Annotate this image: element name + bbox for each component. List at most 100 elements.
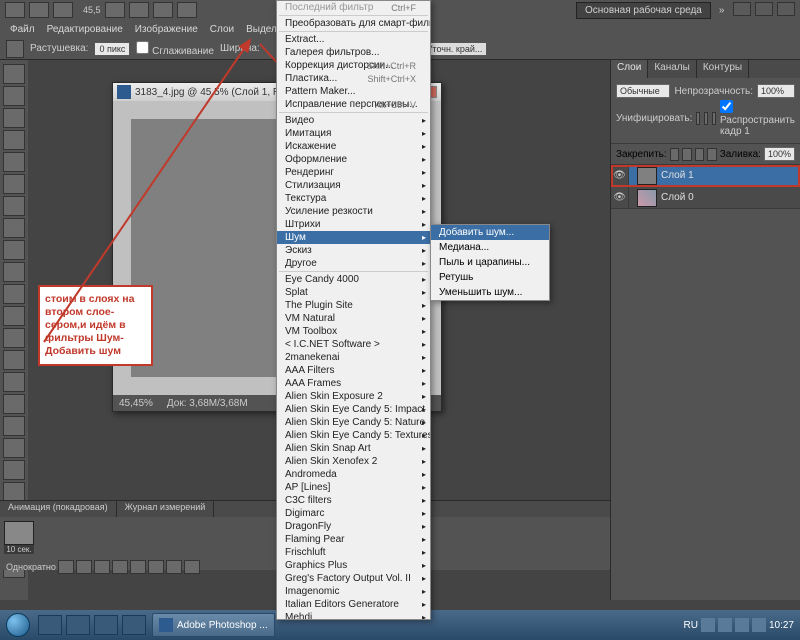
pen-tool-icon[interactable] — [3, 372, 25, 392]
tab-measurement[interactable]: Журнал измерений — [117, 501, 215, 517]
zoom-readout[interactable]: 45,45% — [119, 398, 153, 409]
dodge-tool-icon[interactable] — [3, 350, 25, 370]
tray-icon[interactable] — [718, 618, 732, 632]
menu-item[interactable]: The Plugin Site — [277, 299, 430, 312]
layer-name[interactable]: Слой 1 — [661, 170, 694, 181]
menu-item[interactable]: Eye Candy 4000 — [277, 273, 430, 286]
3d-tool-icon[interactable] — [3, 460, 25, 480]
submenu-item[interactable]: Медиана... — [431, 240, 549, 255]
menu-item[interactable]: Greg's Factory Output Vol. II — [277, 572, 430, 585]
menu-item[interactable]: Alien Skin Eye Candy 5: Impact — [277, 403, 430, 416]
submenu-item[interactable]: Пыль и царапины... — [431, 255, 549, 270]
menu-item[interactable]: Последний фильтрCtrl+F — [277, 1, 430, 14]
fill-input[interactable]: 100% — [764, 147, 795, 161]
tab-layers[interactable]: Слои — [611, 60, 648, 78]
menu-item[interactable]: Пластика...Shift+Ctrl+X — [277, 72, 430, 85]
taskbar-icon[interactable] — [38, 615, 62, 635]
minimize-button[interactable] — [733, 2, 751, 16]
menu-item[interactable]: Graphics Plus — [277, 559, 430, 572]
animation-frame[interactable]: 10 сек. — [4, 521, 34, 554]
menu-item[interactable]: AAA Filters — [277, 364, 430, 377]
menu-item[interactable]: Усиление резкости — [277, 205, 430, 218]
lasso-tool-icon[interactable] — [3, 108, 25, 128]
unify-style-icon[interactable] — [712, 112, 716, 125]
start-button[interactable] — [0, 610, 36, 640]
menu-item[interactable]: Alien Skin Eye Candy 5: Nature — [277, 416, 430, 429]
menu-item[interactable]: Текстура — [277, 192, 430, 205]
menu-file[interactable]: Файл — [4, 22, 41, 37]
menu-item[interactable]: Шум — [277, 231, 430, 244]
layer-row[interactable]: 👁 Слой 0 — [611, 187, 800, 209]
healing-tool-icon[interactable] — [3, 196, 25, 216]
menu-item[interactable]: Эскиз — [277, 244, 430, 257]
menu-item[interactable]: Стилизация — [277, 179, 430, 192]
tray-volume-icon[interactable] — [752, 618, 766, 632]
wand-tool-icon[interactable] — [3, 130, 25, 150]
menu-item[interactable]: DragonFly — [277, 520, 430, 533]
gradient-tool-icon[interactable] — [3, 306, 25, 326]
last-frame-icon[interactable] — [130, 560, 146, 574]
menu-item[interactable]: Frischluft — [277, 546, 430, 559]
layer-name[interactable]: Слой 0 — [661, 192, 694, 203]
hand-tool-icon[interactable] — [3, 482, 25, 502]
unify-position-icon[interactable] — [696, 112, 700, 125]
taskbar-icon[interactable] — [66, 615, 90, 635]
taskbar-icon[interactable] — [94, 615, 118, 635]
menu-item[interactable]: Исправление перспективы...Alt+Ctrl+V — [277, 98, 430, 111]
menu-item[interactable]: Видео — [277, 114, 430, 127]
loop-dropdown[interactable]: Однократно — [6, 562, 56, 572]
menu-image[interactable]: Изображение — [129, 22, 204, 37]
tab-channels[interactable]: Каналы — [648, 60, 697, 78]
menu-item[interactable]: Italian Editors Generatore — [277, 598, 430, 611]
rotate-icon[interactable] — [153, 2, 173, 18]
menu-item[interactable]: Extract... — [277, 33, 430, 46]
opacity-input[interactable]: 100% — [757, 84, 795, 98]
refine-edge-button[interactable]: Уточн. край... — [422, 42, 488, 56]
menu-item[interactable]: Alien Skin Eye Candy 5: Textures — [277, 429, 430, 442]
menu-item[interactable]: Рендеринг — [277, 166, 430, 179]
close-button[interactable] — [777, 2, 795, 16]
path-tool-icon[interactable] — [3, 416, 25, 436]
unify-visibility-icon[interactable] — [704, 112, 708, 125]
tween-icon[interactable] — [148, 560, 164, 574]
menu-item[interactable]: Другое — [277, 257, 430, 270]
menu-item[interactable]: Коррекция дисторсии...Shift+Ctrl+R — [277, 59, 430, 72]
move-tool-icon[interactable] — [3, 64, 25, 84]
menu-item[interactable]: < I.C.NET Software > — [277, 338, 430, 351]
menu-item[interactable]: 2manekenai — [277, 351, 430, 364]
delete-frame-icon[interactable] — [184, 560, 200, 574]
history-brush-tool-icon[interactable] — [3, 262, 25, 282]
menu-item[interactable]: Flaming Pear — [277, 533, 430, 546]
layer-thumb[interactable] — [637, 167, 657, 185]
shape-tool-icon[interactable] — [3, 438, 25, 458]
taskbar-icon[interactable] — [122, 615, 146, 635]
blend-mode-dropdown[interactable]: Обычные — [616, 84, 670, 98]
layer-thumb[interactable] — [637, 189, 657, 207]
lock-transparent-icon[interactable] — [670, 148, 680, 161]
menu-item[interactable]: Alien Skin Xenofex 2 — [277, 455, 430, 468]
submenu-item[interactable]: Добавить шум... — [431, 225, 549, 240]
menu-item[interactable]: Преобразовать для смарт-фильтров — [277, 17, 430, 30]
menu-item[interactable]: Alien Skin Exposure 2 — [277, 390, 430, 403]
tool-preset-icon[interactable] — [6, 40, 24, 58]
menu-item[interactable]: Галерея фильтров... — [277, 46, 430, 59]
zoom-icon[interactable] — [129, 2, 149, 18]
menu-item[interactable]: AP [Lines] — [277, 481, 430, 494]
lock-all-icon[interactable] — [707, 148, 717, 161]
lock-pixels-icon[interactable] — [682, 148, 692, 161]
menu-item[interactable]: Штрихи — [277, 218, 430, 231]
type-tool-icon[interactable] — [3, 394, 25, 414]
tray-icon[interactable] — [701, 618, 715, 632]
menu-item[interactable]: Искажение — [277, 140, 430, 153]
zoom-value[interactable]: 45,5 — [83, 5, 101, 15]
eyedropper-tool-icon[interactable] — [3, 174, 25, 194]
feather-input[interactable]: 0 пикс — [94, 42, 130, 56]
visibility-icon[interactable]: 👁 — [611, 187, 629, 209]
layer-row[interactable]: 👁 Слой 1 — [611, 165, 800, 187]
menu-layers[interactable]: Слои — [204, 22, 240, 37]
menu-item[interactable]: Imagenomic — [277, 585, 430, 598]
first-frame-icon[interactable] — [58, 560, 74, 574]
bridge-icon[interactable] — [29, 2, 49, 18]
menu-item[interactable]: Andromeda — [277, 468, 430, 481]
stamp-tool-icon[interactable] — [3, 240, 25, 260]
